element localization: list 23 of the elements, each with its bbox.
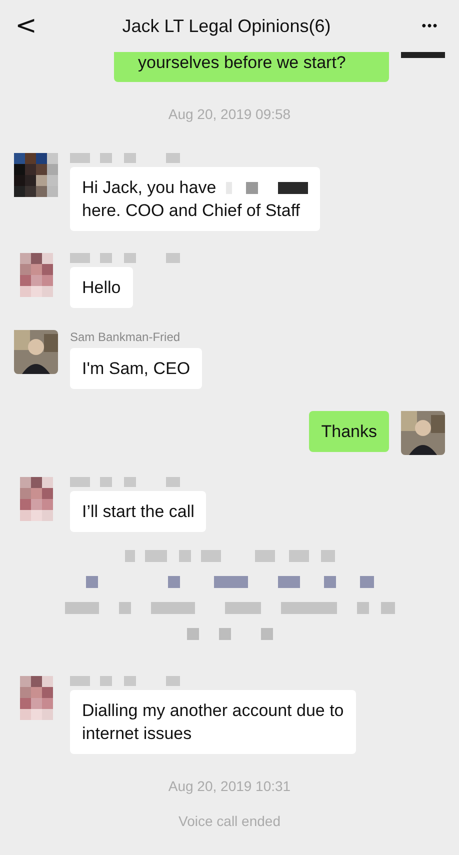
message-text: Dialling my another account due to: [82, 700, 344, 722]
timestamp: Aug 20, 2019 10:31: [168, 777, 291, 796]
message-text: I'm Sam, CEO: [82, 358, 190, 380]
avatar: [14, 330, 58, 374]
timestamp: Aug 20, 2019 09:58: [168, 105, 291, 124]
avatar: [20, 477, 52, 521]
message-text: Thanks: [321, 421, 377, 443]
more-button[interactable]: •••: [414, 16, 445, 36]
message-text: Hi Jack, you have: [82, 177, 216, 199]
message-text: Hello: [82, 277, 121, 299]
avatar: [401, 411, 445, 455]
message-text: I’ll start the call: [82, 501, 194, 523]
message-text: here. COO and Chief of Staff: [82, 200, 300, 222]
chat-title: Jack LT Legal Opinions(6): [122, 14, 331, 38]
back-button[interactable]: <: [14, 13, 38, 39]
sender-name: Sam Bankman-Fried: [70, 330, 180, 344]
avatar: [14, 153, 58, 197]
avatar: [20, 253, 52, 297]
message-text: internet issues: [82, 723, 192, 745]
system-message: Voice call ended: [178, 812, 280, 831]
avatar: [20, 676, 52, 720]
avatar: [401, 52, 445, 58]
message-bubble: yourselves before we start?: [114, 52, 389, 82]
